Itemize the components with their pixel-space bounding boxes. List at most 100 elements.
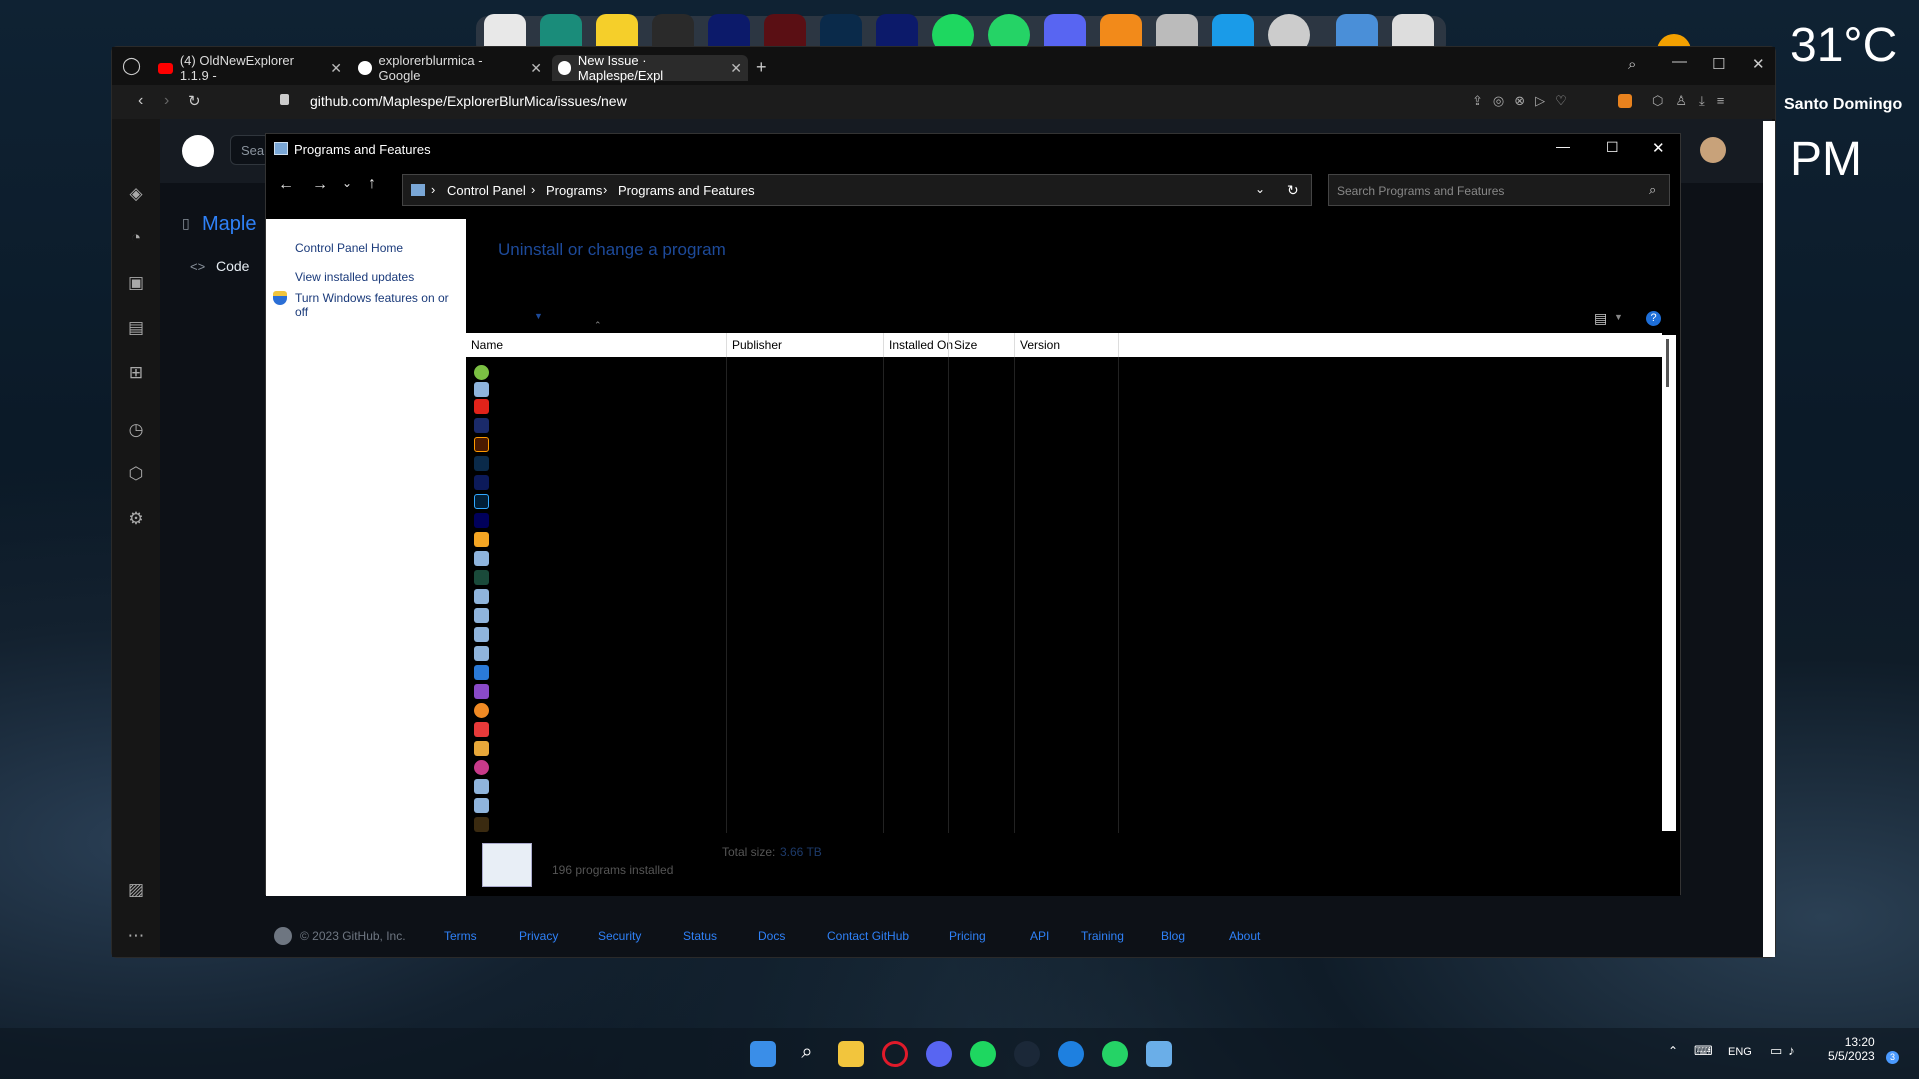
twitch-icon[interactable]: ▤ <box>125 317 147 339</box>
history-icon[interactable]: ◷ <box>125 419 147 441</box>
search-tabs-icon[interactable]: ⌕ <box>1628 56 1636 73</box>
back-arrow-icon[interactable]: ← <box>278 176 294 194</box>
program-icon[interactable] <box>474 684 489 699</box>
footer-link-api[interactable]: API <box>1030 929 1049 943</box>
forward-icon[interactable]: › <box>164 92 169 110</box>
organize-dropdown-icon[interactable]: ▼ <box>534 311 543 321</box>
breadcrumb[interactable]: › Control Panel › Programs › Programs an… <box>402 174 1312 206</box>
breadcrumb-programs-and-features[interactable]: Programs and Features <box>618 183 755 198</box>
url-field[interactable]: github.com/Maplespe/ExplorerBlurMica/iss… <box>310 93 627 109</box>
close-tab-icon[interactable]: ✕ <box>530 60 542 77</box>
breadcrumb-control-panel[interactable]: Control Panel <box>447 183 526 198</box>
whatsapp-icon[interactable] <box>1102 1041 1128 1067</box>
program-icon[interactable] <box>474 532 489 547</box>
tab-github-new-issue[interactable]: New Issue · Maplespe/Expl ✕ <box>552 53 748 83</box>
forward-arrow-icon[interactable]: → <box>312 176 328 194</box>
footer-link-status[interactable]: Status <box>683 929 717 943</box>
start-icon[interactable] <box>750 1041 776 1067</box>
cube-icon[interactable]: ⬡ <box>125 463 147 485</box>
network-volume-icons[interactable]: ▭♪ <box>1770 1043 1801 1059</box>
scrollbar-thumb[interactable] <box>1666 339 1669 387</box>
github-logo-icon[interactable] <box>182 135 214 167</box>
program-icon[interactable] <box>474 551 489 566</box>
discord-icon[interactable] <box>926 1041 952 1067</box>
list-scrollbar[interactable] <box>1662 335 1676 831</box>
program-icon[interactable] <box>474 779 489 794</box>
toolbar-icons[interactable]: ⇪◎⊗▷♡ <box>1472 93 1577 109</box>
browser-scrollbar[interactable] <box>1763 121 1775 957</box>
program-icon[interactable] <box>474 646 489 661</box>
bag-icon[interactable]: ▣ <box>125 272 147 294</box>
reload-icon[interactable]: ↻ <box>188 92 201 110</box>
search-input[interactable]: Search Programs and Features ⌕ <box>1328 174 1670 206</box>
search-icon[interactable]: ⌕ <box>1649 182 1656 198</box>
back-icon[interactable]: ‹ <box>138 92 143 110</box>
profile-download-icons[interactable]: ⬡♙⤓≡ <box>1652 93 1736 109</box>
acrobat-icon[interactable] <box>474 399 489 414</box>
opera-icon[interactable] <box>882 1041 908 1067</box>
column-version[interactable]: Version <box>1020 338 1060 352</box>
github-search-input[interactable]: Sea <box>230 135 270 165</box>
footer-link-terms[interactable]: Terms <box>444 929 477 943</box>
tab-google[interactable]: explorerblurmica - Google ✕ <box>352 53 548 83</box>
photoshop-icon[interactable] <box>474 494 489 509</box>
adobe-app-icon[interactable] <box>474 475 489 490</box>
gallery-icon[interactable]: ▨ <box>125 879 147 901</box>
program-icon[interactable] <box>474 365 489 380</box>
column-size[interactable]: Size <box>954 338 977 352</box>
program-icon[interactable] <box>474 817 489 832</box>
adobe-app-icon[interactable] <box>474 456 489 471</box>
steam-icon[interactable] <box>1014 1041 1040 1067</box>
program-icon[interactable] <box>474 798 489 813</box>
avatar[interactable] <box>1700 137 1726 163</box>
link-turn-windows-features[interactable]: Turn Windows features on or off <box>295 291 455 319</box>
column-installed-on[interactable]: Installed On <box>889 338 953 352</box>
new-tab-icon[interactable]: + <box>756 57 767 78</box>
footer-link-training[interactable]: Training <box>1081 929 1124 943</box>
footer-link-pricing[interactable]: Pricing <box>949 929 986 943</box>
file-explorer-icon[interactable] <box>838 1041 864 1067</box>
tab-youtube[interactable]: (4) OldNewExplorer 1.1.9 - ✕ <box>152 53 348 83</box>
tray-clock[interactable]: 13:20 5/5/2023 <box>1828 1035 1875 1063</box>
adobe-app-icon[interactable] <box>474 418 489 433</box>
footer-link-privacy[interactable]: Privacy <box>519 929 558 943</box>
address-dropdown-icon[interactable]: ⌄ <box>1255 182 1265 196</box>
program-icon[interactable] <box>474 665 489 680</box>
maximize-icon[interactable]: ☐ <box>1606 139 1619 156</box>
gamepad-icon[interactable]: ◈ <box>125 183 147 205</box>
blender-icon[interactable] <box>474 703 489 718</box>
language-indicator[interactable]: ENG <box>1728 1046 1752 1058</box>
recent-locations-icon[interactable]: ⌄ <box>342 176 352 190</box>
cpu-icon[interactable]: ⊞ <box>125 362 147 384</box>
minimize-icon[interactable]: — <box>1556 138 1570 154</box>
column-publisher[interactable]: Publisher <box>732 338 782 352</box>
program-icon[interactable] <box>474 741 489 756</box>
close-icon[interactable]: ✕ <box>1652 139 1665 157</box>
view-options-icon[interactable]: ▤ <box>1594 310 1607 327</box>
help-icon[interactable]: ? <box>1646 311 1661 326</box>
footer-link-contact[interactable]: Contact GitHub <box>827 929 909 943</box>
more-icon[interactable]: ⋯ <box>125 925 147 947</box>
close-tab-icon[interactable]: ✕ <box>730 60 742 77</box>
column-name[interactable]: Name <box>471 338 503 352</box>
program-icon[interactable] <box>474 382 489 397</box>
program-icon[interactable] <box>474 760 489 775</box>
search-icon[interactable]: ⌕ <box>794 1041 820 1067</box>
close-icon[interactable]: ✕ <box>1752 55 1765 73</box>
footer-link-blog[interactable]: Blog <box>1161 929 1185 943</box>
notification-badge[interactable]: 3 <box>1886 1051 1899 1064</box>
spotify-icon[interactable] <box>970 1041 996 1067</box>
footer-link-about[interactable]: About <box>1229 929 1260 943</box>
program-icon[interactable] <box>474 570 489 585</box>
refresh-icon[interactable]: ↻ <box>1287 182 1299 199</box>
program-icon[interactable] <box>474 722 489 737</box>
up-arrow-icon[interactable]: ↑ <box>368 175 376 193</box>
illustrator-icon[interactable] <box>474 437 489 452</box>
footer-link-docs[interactable]: Docs <box>758 929 785 943</box>
maximize-icon[interactable]: ☐ <box>1712 55 1725 73</box>
keyboard-icon[interactable]: ⌨ <box>1694 1043 1713 1059</box>
tab-code[interactable]: Code <box>216 258 249 274</box>
program-icon[interactable] <box>474 627 489 642</box>
settings-icon[interactable]: ⚙ <box>125 508 147 530</box>
app-icon[interactable] <box>1058 1041 1084 1067</box>
